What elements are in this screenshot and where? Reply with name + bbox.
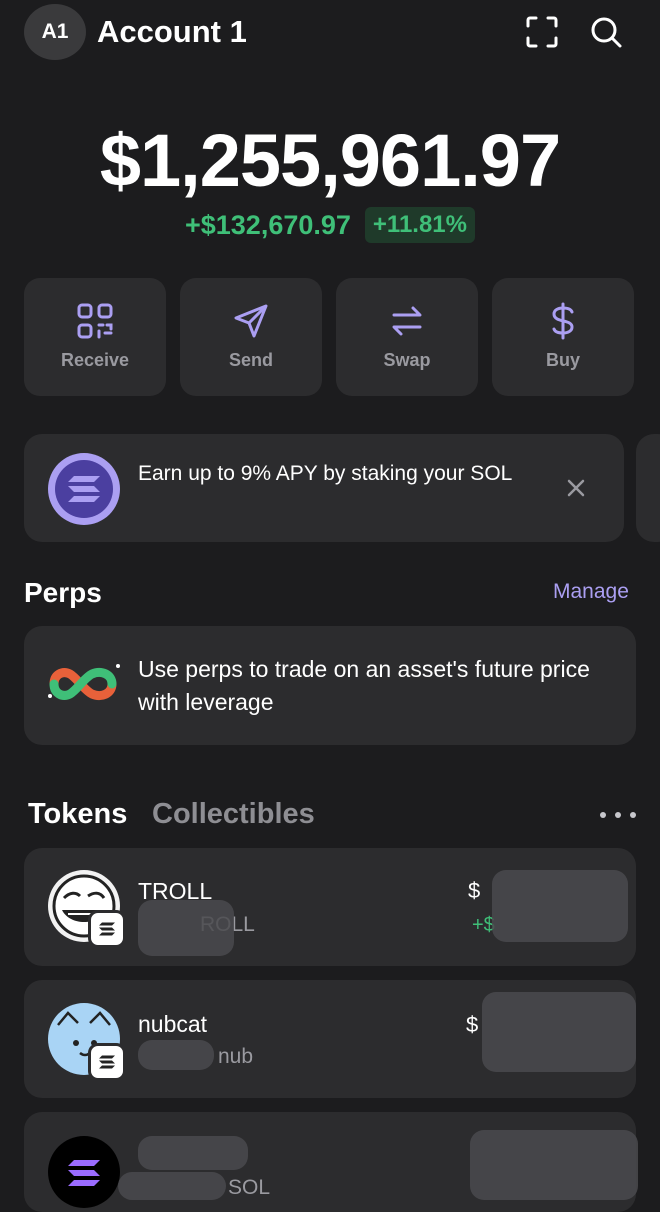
more-options-icon[interactable] [600, 800, 636, 830]
perps-infinity-icon [46, 660, 124, 711]
account-name[interactable]: Account 1 [97, 14, 247, 50]
receive-button[interactable]: Receive [24, 278, 166, 396]
buy-button[interactable]: Buy [492, 278, 634, 396]
total-balance: $1,255,961.97 [99, 119, 561, 202]
redacted-blur [138, 1040, 214, 1070]
dollar-icon [552, 302, 574, 340]
swap-button[interactable]: Swap [336, 278, 478, 396]
token-value: $ [468, 878, 481, 903]
search-icon[interactable] [586, 10, 626, 54]
perps-title: Perps [24, 577, 102, 608]
redacted-blur [118, 1172, 226, 1200]
token-balance: nub [218, 1045, 254, 1068]
token-balance: SOL [228, 1176, 271, 1199]
manage-link[interactable]: Manage [553, 580, 629, 604]
scan-icon[interactable] [522, 10, 562, 54]
tab-collectibles[interactable]: Collectibles [152, 798, 315, 831]
swap-arrows-icon [392, 306, 422, 336]
redacted-blur [492, 870, 628, 942]
swap-label: Swap [383, 350, 431, 370]
paper-plane-icon [234, 304, 268, 338]
next-banner-card[interactable] [636, 434, 660, 542]
send-label: Send [228, 350, 273, 370]
redacted-blur [138, 1136, 248, 1170]
close-icon[interactable] [562, 474, 590, 502]
perps-description: Use perps to trade on an asset's future … [138, 656, 590, 715]
balance-change: +$132,670.97 +11.81% [0, 207, 660, 243]
send-button[interactable]: Send [180, 278, 322, 396]
solana-chain-badge-icon [88, 910, 126, 948]
solana-chain-badge-icon [88, 1043, 126, 1081]
staking-banner-text: Earn up to 9% APY by staking your SOL [138, 462, 513, 485]
solana-logo-icon [48, 1136, 120, 1208]
buy-label: Buy [545, 350, 580, 370]
qr-code-icon [77, 303, 113, 339]
change-percent-badge: +11.81% [364, 207, 475, 243]
redacted-blur [482, 992, 636, 1072]
token-value: $ [466, 1012, 479, 1037]
tab-tokens[interactable]: Tokens [28, 798, 127, 831]
token-name: nubcat [138, 1011, 208, 1037]
redacted-blur [470, 1130, 638, 1200]
redacted-blur [138, 900, 234, 956]
account-avatar[interactable]: A1 [24, 4, 86, 60]
change-amount: +$132,670.97 [184, 209, 351, 240]
solana-logo-icon [48, 453, 120, 525]
receive-label: Receive [60, 350, 130, 370]
